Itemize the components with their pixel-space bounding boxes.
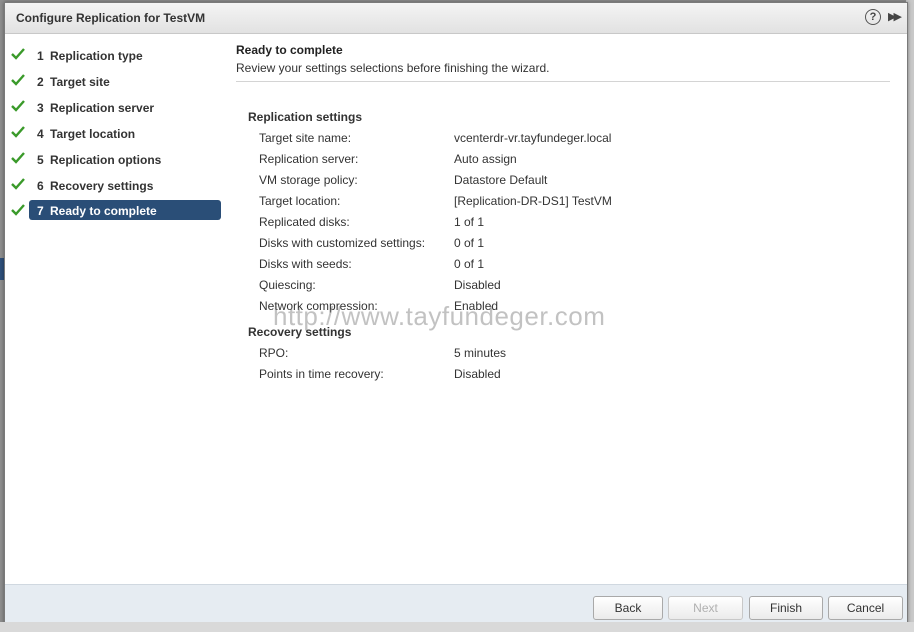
step-number: 2 <box>37 75 44 89</box>
back-button[interactable]: Back <box>593 596 663 620</box>
check-icon <box>11 74 25 86</box>
wizard-steps: 1 Replication type 2 Target site 3 Repli… <box>5 34 225 584</box>
check-icon <box>11 100 25 112</box>
step-label: Replication server <box>50 101 155 115</box>
setting-value: Auto assign <box>454 152 517 166</box>
step-number: 5 <box>37 153 44 167</box>
step-replication-type[interactable]: 1 Replication type <box>5 45 225 67</box>
setting-value: Disabled <box>454 367 501 381</box>
step-target-site[interactable]: 2 Target site <box>5 71 225 93</box>
setting-value: Datastore Default <box>454 173 548 187</box>
help-icon[interactable]: ? <box>865 9 881 25</box>
expand-icon[interactable]: ▶▶ <box>888 10 902 23</box>
step-number: 1 <box>37 49 44 63</box>
divider <box>236 81 890 82</box>
check-icon <box>11 152 25 164</box>
watermark: http://www.tayfundeger.com <box>273 301 606 331</box>
setting-label: Target site name: <box>259 131 352 145</box>
step-target-location[interactable]: 4 Target location <box>5 123 225 145</box>
setting-value: vcenterdr-vr.tayfundeger.local <box>454 131 612 145</box>
check-icon <box>11 178 25 190</box>
step-number: 3 <box>37 101 44 115</box>
setting-label: Replicated disks: <box>259 215 350 229</box>
step-label: Target site <box>50 75 110 89</box>
setting-value: 5 minutes <box>454 346 507 360</box>
setting-value: 0 of 1 <box>454 257 485 271</box>
step-replication-server[interactable]: 3 Replication server <box>5 97 225 119</box>
setting-value: 1 of 1 <box>454 215 485 229</box>
check-icon <box>11 126 25 138</box>
setting-value: [Replication-DR-DS1] TestVM <box>454 194 612 208</box>
page-subtitle: Review your settings selections before f… <box>236 61 550 75</box>
next-button[interactable]: Next <box>668 596 743 620</box>
cancel-button[interactable]: Cancel <box>828 596 903 620</box>
step-ready-to-complete[interactable]: 7 Ready to complete <box>5 200 225 222</box>
check-icon <box>11 204 25 216</box>
step-replication-options[interactable]: 5 Replication options <box>5 149 225 171</box>
step-number: 4 <box>37 127 44 141</box>
replication-wizard-dialog: Configure Replication for TestVM ? ▶▶ 1 … <box>4 2 908 628</box>
page-title: Ready to complete <box>236 43 343 57</box>
setting-label: Target location: <box>259 194 341 208</box>
step-label: Target location <box>50 127 136 141</box>
step-label: Ready to complete <box>50 204 157 218</box>
step-label: Replication type <box>50 49 143 63</box>
dialog-title: Configure Replication for TestVM <box>16 11 206 25</box>
setting-label: Quiescing: <box>259 278 316 292</box>
setting-label: Disks with seeds: <box>259 257 352 271</box>
setting-label: Points in time recovery: <box>259 367 384 381</box>
setting-label: Replication server: <box>259 152 359 166</box>
step-number: 7 <box>37 204 44 218</box>
step-recovery-settings[interactable]: 6 Recovery settings <box>5 175 225 197</box>
check-icon <box>11 48 25 60</box>
replication-settings-heading: Replication settings <box>248 110 363 124</box>
setting-value: Disabled <box>454 278 501 292</box>
step-number: 6 <box>37 179 44 193</box>
setting-label: RPO: <box>259 346 289 360</box>
setting-label: VM storage policy: <box>259 173 358 187</box>
background-status-bar <box>0 622 914 632</box>
setting-label: Disks with customized settings: <box>259 236 426 250</box>
step-label: Recovery settings <box>50 179 154 193</box>
step-label: Replication options <box>50 153 162 167</box>
setting-value: 0 of 1 <box>454 236 485 250</box>
finish-button[interactable]: Finish <box>749 596 823 620</box>
dialog-titlebar: Configure Replication for TestVM ? ▶▶ <box>5 3 907 34</box>
